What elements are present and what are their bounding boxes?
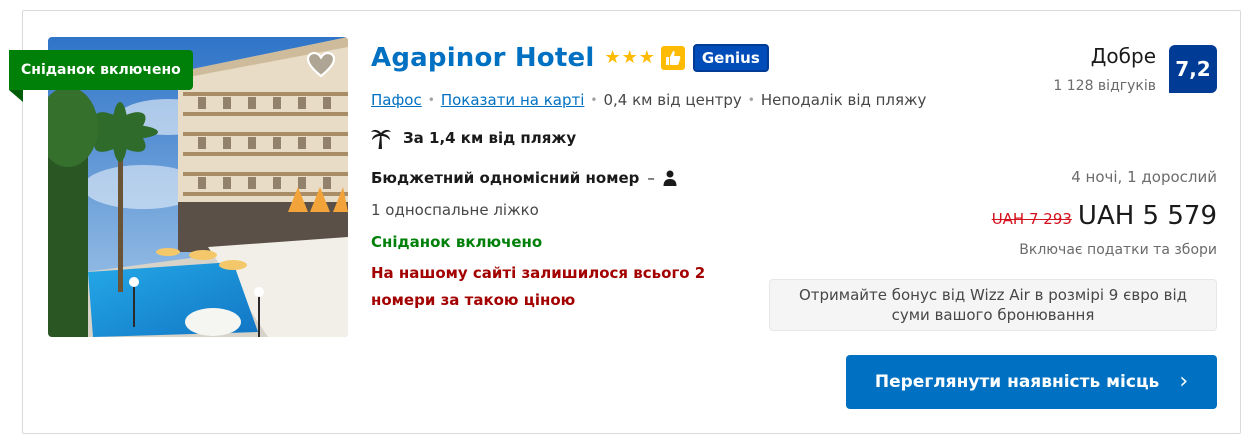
badge-fold: [9, 90, 23, 102]
near-beach-text: Неподалік від пляжу: [760, 91, 927, 109]
location-row: Пафос • Показати на карті • 0,4 км від ц…: [371, 91, 926, 109]
star-icon: ★: [638, 47, 655, 68]
separator-dot: •: [590, 93, 598, 107]
property-card: Сніданок включено Agapinor Hotel ★ ★ ★ G…: [9, 10, 1241, 434]
room-name: Бюджетний одномісний номер: [371, 169, 640, 187]
person-icon: [663, 170, 677, 186]
star-icon: ★: [604, 47, 621, 68]
star-icon: ★: [621, 47, 638, 68]
breakfast-included-badge: Сніданок включено: [9, 50, 193, 90]
title-row: Agapinor Hotel ★ ★ ★ Genius: [371, 43, 769, 73]
stay-details: 4 ночі, 1 дорослий: [1071, 168, 1217, 186]
chevron-right-icon: ›: [1179, 369, 1189, 394]
star-rating: ★ ★ ★: [604, 49, 654, 67]
review-score-badge[interactable]: 7,2: [1169, 45, 1217, 93]
separator-dot: •: [747, 93, 755, 107]
separator-dot: •: [427, 93, 435, 107]
review-score-word[interactable]: Добре: [1091, 44, 1156, 68]
room-dash: –: [647, 169, 655, 187]
taxes-note: Включає податки та збори: [1019, 242, 1217, 258]
beach-distance-text: За 1,4 км від пляжу: [403, 129, 577, 147]
beach-distance-row: За 1,4 км від пляжу: [371, 127, 576, 149]
price-row: UAH 7 293 UAH 5 579: [992, 201, 1217, 231]
scarcity-message: На нашому сайті залишилося всього 2 номе…: [371, 264, 706, 309]
distance-from-center: 0,4 км від центру: [603, 91, 742, 109]
breakfast-included-text: Сніданок включено: [371, 233, 543, 251]
review-count[interactable]: 1 128 відгуків: [1053, 78, 1156, 94]
thumbs-up-icon[interactable]: [660, 46, 685, 70]
see-availability-button[interactable]: Переглянути наявність місць ›: [846, 355, 1217, 409]
room-name-row: Бюджетний одномісний номер –: [371, 169, 677, 187]
palm-tree-icon: [371, 129, 391, 149]
wizz-air-bonus-banner: Отримайте бонус від Wizz Air в розмірі 9…: [769, 279, 1217, 331]
current-price: UAH 5 579: [1077, 201, 1217, 231]
favorite-button[interactable]: [304, 49, 338, 81]
bed-type: 1 односпальне ліжко: [371, 201, 539, 219]
original-price: UAH 7 293: [991, 210, 1072, 228]
heart-outline-icon: [306, 51, 336, 78]
genius-badge[interactable]: Genius: [692, 44, 769, 72]
see-availability-label: Переглянути наявність місць: [874, 372, 1160, 392]
city-link[interactable]: Пафос: [371, 91, 422, 109]
show-on-map-link[interactable]: Показати на карті: [441, 91, 585, 109]
hotel-name-link[interactable]: Agapinor Hotel: [371, 43, 594, 73]
